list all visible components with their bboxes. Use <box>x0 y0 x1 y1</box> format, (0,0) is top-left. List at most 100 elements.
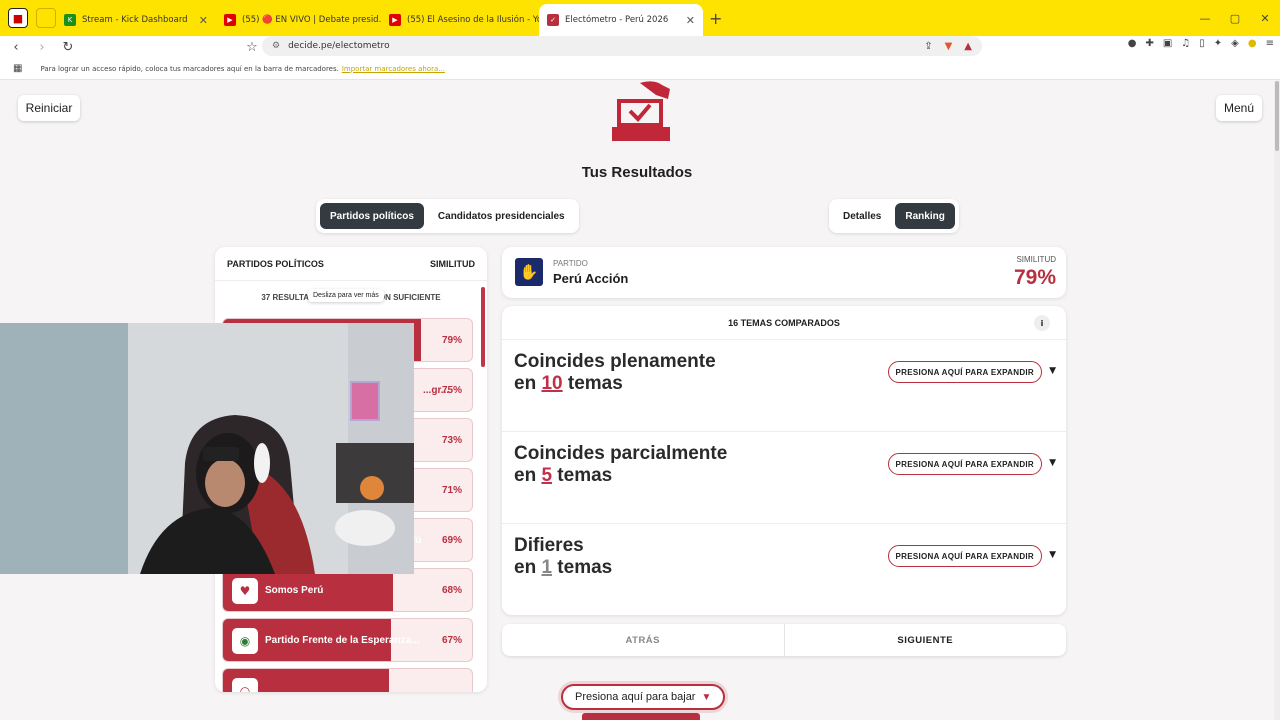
address-bar[interactable]: ⚙ decide.pe/electometro ⇪ ▼ ▲ <box>262 36 982 56</box>
tab-label: Electómetro - Perú 2026 <box>565 15 669 25</box>
page-scrollbar[interactable] <box>1274 81 1280 720</box>
somos-peru-logo-icon: ♥ <box>232 578 258 604</box>
back-icon[interactable]: ‹ <box>6 40 26 55</box>
rewards-icon[interactable]: ▲ <box>964 41 972 52</box>
party-similarity: 79% <box>441 334 462 346</box>
reset-button[interactable]: Reiniciar <box>18 95 80 121</box>
list-item[interactable]: ◉ Partido Frente de la Esperanza... 67% <box>222 618 473 662</box>
list-header-title: PARTIDOS POLÍTICOS <box>227 258 324 269</box>
extensions-area: ● ✚ ▣ ♫ ▯ ✦ ◈ ● ≡ <box>1128 38 1274 49</box>
browser-tab-3[interactable]: ▶ (55) El Asesino de la Ilusión - YouTub… <box>381 6 539 34</box>
close-tab-icon[interactable]: ✕ <box>678 14 695 27</box>
chevron-down-icon[interactable]: ▼ <box>1049 366 1056 376</box>
cookie-icon[interactable]: ● <box>1128 38 1137 49</box>
url-text: decide.pe/electometro <box>288 41 390 51</box>
minimize-icon[interactable]: — <box>1190 12 1220 25</box>
next-button[interactable]: SIGUIENTE <box>785 624 1067 656</box>
peru-accion-logo-icon: ✋ <box>515 258 543 286</box>
themes-header: 16 TEMAS COMPARADOS <box>502 306 1066 340</box>
webcam-overlay <box>0 323 414 574</box>
ballot-box-logo-icon <box>612 81 670 141</box>
window-controls: — ▢ ✕ <box>1190 0 1280 36</box>
theme-section-differ: Difieres en 1 temas PRESIONA AQUÍ PARA E… <box>502 524 1066 616</box>
new-tab-icon[interactable]: + <box>709 9 722 28</box>
menu-icon[interactable]: ≡ <box>1266 38 1274 49</box>
screenshot-icon[interactable]: ▣ <box>1163 38 1172 49</box>
party-kicker: PARTIDO <box>553 259 588 268</box>
party-similarity: 68% <box>441 584 462 596</box>
apps-grid-icon[interactable]: ▦ <box>13 63 22 74</box>
info-icon[interactable]: i <box>1034 315 1050 331</box>
tab-label: (55) El Asesino de la Ilusión - YouTube <box>407 15 539 25</box>
themes-card: 16 TEMAS COMPARADOS i Coincides plenamen… <box>502 306 1066 615</box>
close-tab-icon[interactable]: ✕ <box>191 14 208 27</box>
bookmarks-hint: Para lograr un acceso rápido, coloca tus… <box>40 64 339 73</box>
party-name: Somos Perú <box>265 584 324 596</box>
list-item[interactable]: ♥ Somos Perú 68% <box>222 568 473 612</box>
section-title: Coincides plenamente <box>514 351 716 372</box>
list-item[interactable]: ○ <box>222 668 473 692</box>
kick-icon: K <box>64 14 76 26</box>
browser-toolbar: ‹ › ↻ ☆ ⚙ decide.pe/electometro ⇪ ▼ ▲ ● … <box>0 36 1280 58</box>
scroll-down-label: Presiona aquí para bajar <box>575 691 696 703</box>
party-name: Perú Acción <box>553 271 629 286</box>
expand-button[interactable]: PRESIONA AQUÍ PARA EXPANDIR <box>887 453 1042 475</box>
tab-presidential-candidates[interactable]: Candidatos presidenciales <box>428 203 575 229</box>
youtube-icon: ▶ <box>389 14 401 26</box>
category-toggle: Partidos políticos Candidatos presidenci… <box>316 199 579 233</box>
puzzle-icon[interactable]: ✚ <box>1145 38 1153 49</box>
import-bookmarks-link[interactable]: Importar marcadores ahora... <box>342 65 445 73</box>
music-icon[interactable]: ♫ <box>1181 38 1190 49</box>
browser-tab-strip: ■ K Stream - Kick Dashboard ✕ ▶ (55) 🔴 E… <box>0 0 1280 36</box>
bookmarks-bar: ▦ Para lograr un acceso rápido, coloca t… <box>0 58 1280 80</box>
expand-button[interactable]: PRESIONA AQUÍ PARA EXPANDIR <box>887 361 1042 383</box>
theme-section-partial: Coincides parcialmente en 5 temas PRESIO… <box>502 432 1066 524</box>
frente-esperanza-logo-icon: ◉ <box>232 628 258 654</box>
browser-tab-active[interactable]: ✓ Electómetro - Perú 2026 ✕ <box>539 4 703 36</box>
section-count: en 10 temas <box>514 373 623 394</box>
brave-shield-icon[interactable]: ▼ <box>945 41 953 52</box>
back-button[interactable]: ATRÁS <box>502 624 785 656</box>
browser-tab-1[interactable]: K Stream - Kick Dashboard ✕ <box>56 6 216 34</box>
app-icon[interactable]: ■ <box>8 8 28 28</box>
youtube-icon: ▶ <box>224 14 236 26</box>
tab-ranking[interactable]: Ranking <box>895 203 955 229</box>
extension-icon[interactable]: ✦ <box>1214 38 1222 49</box>
wallet-icon[interactable]: ● <box>1248 38 1257 49</box>
menu-button[interactable]: Menú <box>1216 95 1262 121</box>
webcam-feed-image <box>0 323 414 574</box>
section-title: Coincides parcialmente <box>514 443 728 464</box>
similarity-value: 79% <box>1013 266 1056 289</box>
vpn-icon[interactable]: ◈ <box>1231 38 1239 49</box>
maximize-icon[interactable]: ▢ <box>1220 12 1250 25</box>
chevron-down-icon: ▼ <box>701 691 712 703</box>
expand-button[interactable]: PRESIONA AQUÍ PARA EXPANDIR <box>887 545 1042 567</box>
page-title: Tus Resultados <box>581 164 693 181</box>
chevron-down-icon[interactable]: ▼ <box>1049 550 1056 560</box>
tab-label: Stream - Kick Dashboard <box>82 15 188 25</box>
electometro-icon: ✓ <box>547 14 559 26</box>
share-icon[interactable]: ⇪ <box>924 41 932 52</box>
section-count: en 1 temas <box>514 557 613 578</box>
reload-icon[interactable]: ↻ <box>58 40 78 55</box>
party-summary-card: ✋ PARTIDO Perú Acción SIMILITUD 79% <box>502 247 1066 298</box>
pinned-tab-icon[interactable] <box>36 8 56 28</box>
party-similarity: 69% <box>441 534 462 546</box>
sidebar-icon[interactable]: ▯ <box>1199 38 1205 49</box>
site-info-icon[interactable]: ⚙ <box>272 41 280 51</box>
forward-icon[interactable]: › <box>32 40 52 55</box>
party-similarity: 75% <box>441 384 462 396</box>
chevron-down-icon[interactable]: ▼ <box>1049 458 1056 468</box>
party-similarity: 67% <box>441 634 462 646</box>
tab-political-parties[interactable]: Partidos políticos <box>320 203 424 229</box>
close-window-icon[interactable]: ✕ <box>1250 12 1280 25</box>
bookmark-icon[interactable]: ☆ <box>242 40 262 55</box>
list-scrollbar[interactable] <box>481 287 485 367</box>
bottom-peek-element <box>582 713 700 720</box>
swipe-tooltip: Desliza para ver más <box>308 289 384 302</box>
party-similarity: 73% <box>441 434 462 446</box>
scroll-down-button[interactable]: Presiona aquí para bajar ▼ <box>561 684 726 710</box>
browser-tab-2[interactable]: ▶ (55) 🔴 EN VIVO | Debate presid... <box>216 6 381 34</box>
party-logo-icon: ○ <box>232 678 258 692</box>
tab-details[interactable]: Detalles <box>833 203 891 229</box>
